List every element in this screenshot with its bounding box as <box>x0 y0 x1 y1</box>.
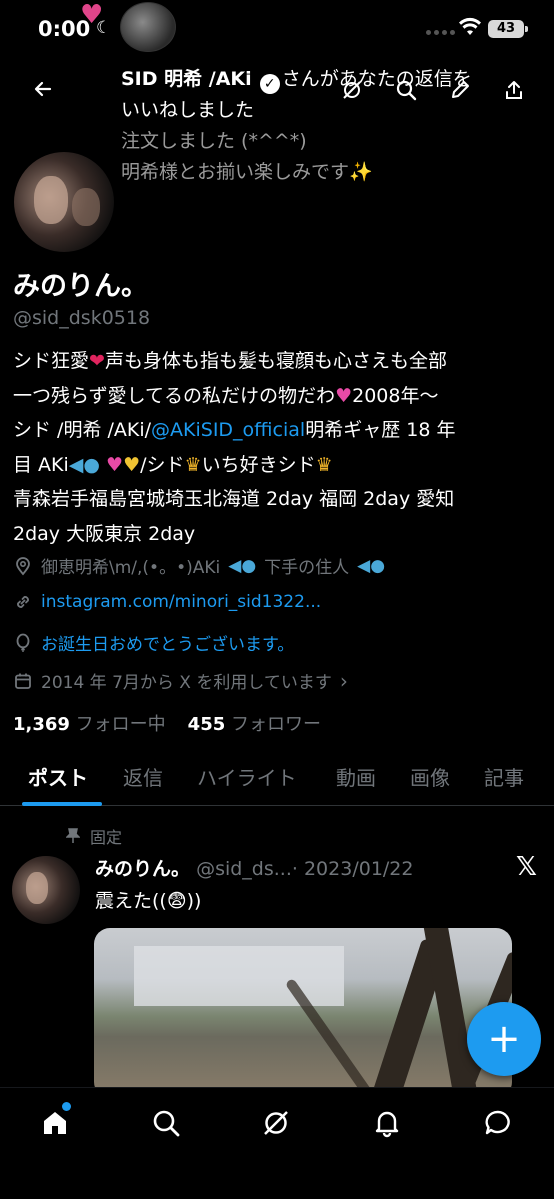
nav-grok[interactable] <box>259 1106 293 1140</box>
home-notification-dot <box>62 1102 71 1111</box>
notification-sender: SID 明希 /AKi <box>121 68 252 90</box>
bio-text: 青森岩手福島宮城埼玉北海道 2day 福岡 2day 愛知 <box>13 488 455 510</box>
verified-badge-icon: ✓ <box>259 74 280 94</box>
location-text: 御恵明希\m/,(•。•)AKi <box>41 558 221 578</box>
post-header: みのりん。 @sid_ds...· 2023/01/22 <box>95 854 413 881</box>
link-icon <box>17 596 29 608</box>
crown-icon: ♛ <box>315 453 333 476</box>
bio-text: /シド <box>140 453 185 476</box>
post-image[interactable] <box>94 928 512 1098</box>
followers-stat[interactable]: 455 フォロワー <box>188 710 321 736</box>
notification-quote-line2: 明希様とお揃い楽しみです✨ <box>121 161 373 183</box>
nav-messages[interactable] <box>481 1106 515 1140</box>
bio-text: 目 AKi <box>13 453 69 476</box>
post-author-avatar[interactable] <box>12 856 80 924</box>
profile-tabs: ポスト 返信 ハイライト 動画 画像 記事 <box>0 752 554 806</box>
profile-handle: @sid_dsk0518 <box>13 307 151 329</box>
following-count: 1,369 <box>13 714 70 735</box>
bio-text: 2008年〜 <box>352 384 439 407</box>
compose-post-button[interactable]: + <box>467 1002 541 1076</box>
balloon-icon <box>16 633 30 652</box>
pinned-label: 固定 <box>90 828 123 847</box>
website-link[interactable]: instagram.com/minori_sid1322... <box>41 592 321 612</box>
notification-text-line2: いいねしました <box>121 99 255 121</box>
bio-mention-link[interactable]: @AKiSID_official <box>151 419 305 441</box>
calendar-icon <box>15 673 31 689</box>
battery-indicator: 43 <box>488 20 528 38</box>
post-date: · 2023/01/22 <box>291 858 414 880</box>
cellular-signal-icon <box>426 30 455 35</box>
yellow-heart-icon: ♥ <box>123 453 141 476</box>
tab-highlights[interactable]: ハイライト <box>197 762 297 791</box>
profile-location: 御恵明希\m/,(•。•)AKi ◀● 下手の住人 ◀● <box>13 553 385 578</box>
pin-icon <box>66 828 80 843</box>
tab-articles[interactable]: 記事 <box>484 762 524 791</box>
follow-stats: 1,369 フォロー中 455 フォロワー <box>13 710 321 736</box>
post-text: 震えた((😨)) <box>95 890 202 912</box>
nav-search[interactable] <box>149 1106 183 1140</box>
status-bar: 0:00 ♥ ☾ 43 <box>0 0 554 60</box>
tab-images[interactable]: 画像 <box>410 762 450 791</box>
chevron-right-icon: › <box>339 668 348 693</box>
joined-text: 2014 年 7月から X を利用しています <box>41 673 332 693</box>
bio-text: 明希ギャ歴 18 年 <box>305 419 456 441</box>
grok-icon <box>264 1111 288 1135</box>
ribbon-heart-icon: ♥ <box>106 453 124 476</box>
profile-joined[interactable]: 2014 年 7月から X を利用しています › <box>13 668 348 693</box>
profile-bio: シド狂愛❤声も身体も指も髪も寝顔も心さえも全部 一つ残らず愛してるの私だけの物だ… <box>13 344 547 551</box>
tab-replies[interactable]: 返信 <box>123 762 163 791</box>
nav-home[interactable] <box>38 1106 72 1140</box>
pink-heart-icon: ♥ <box>335 384 353 407</box>
like-notification-banner[interactable]: SID 明希 /AKi ✓ さんがあなたの返信を いいねしました 注文しました (… <box>121 64 541 188</box>
back-button[interactable] <box>24 70 62 108</box>
birthday-text[interactable]: お誕生日おめでとうございます。 <box>41 630 294 655</box>
x-logo-icon: 𝕏 <box>516 852 537 882</box>
tab-videos[interactable]: 動画 <box>336 762 376 791</box>
active-tab-indicator <box>22 802 102 806</box>
followers-count: 455 <box>187 714 226 735</box>
bio-text: シド狂愛 <box>13 350 90 372</box>
bio-text: 一つ残らず愛してるの私だけの物だわ <box>13 384 336 407</box>
notification-quote-line1: 注文しました (*^^*) <box>121 130 307 152</box>
back-arrow-icon <box>34 81 52 97</box>
fish-icon: ◀● <box>68 453 100 476</box>
location-text: 下手の住人 <box>264 558 350 578</box>
followers-label: フォロワー <box>230 714 321 735</box>
fish-icon: ◀● <box>228 555 257 576</box>
bio-text: 2day 大阪東京 2day <box>13 522 196 545</box>
notification-text: さんがあなたの返信を <box>281 68 472 90</box>
home-icon <box>44 1112 66 1134</box>
red-heart-icon: ❤ <box>89 350 105 372</box>
profile-birthday[interactable]: お誕生日おめでとうございます。 <box>13 630 294 655</box>
bio-text: シド /明希 /AKi/ <box>13 419 152 441</box>
location-pin-icon <box>16 556 30 575</box>
post-author-name[interactable]: みのりん。 <box>95 858 190 880</box>
profile-display-name: みのりん。 <box>13 271 148 302</box>
wifi-icon <box>459 17 481 35</box>
nav-notifications[interactable] <box>370 1106 404 1140</box>
profile-avatar[interactable] <box>12 150 116 254</box>
crown-icon: ♛ <box>184 453 202 476</box>
post-author-handle: @sid_ds... <box>196 858 292 880</box>
fish-icon: ◀● <box>357 555 386 576</box>
search-icon <box>153 1110 180 1137</box>
bell-icon <box>375 1111 399 1138</box>
do-not-disturb-icon: ☾ <box>96 18 112 38</box>
following-stat[interactable]: 1,369 フォロー中 <box>13 710 166 736</box>
pinned-indicator: 固定 <box>66 824 122 848</box>
tab-posts[interactable]: ポスト <box>28 762 88 791</box>
bio-text: いち好きシド <box>201 453 316 476</box>
status-avatar <box>120 2 176 52</box>
following-label: フォロー中 <box>75 714 166 735</box>
bottom-navigation <box>0 1087 554 1199</box>
bio-text: 声も身体も指も髪も寝顔も心さえも全部 <box>104 350 447 372</box>
chat-bubble-icon <box>485 1110 510 1135</box>
profile-website[interactable]: instagram.com/minori_sid1322... <box>13 592 321 612</box>
